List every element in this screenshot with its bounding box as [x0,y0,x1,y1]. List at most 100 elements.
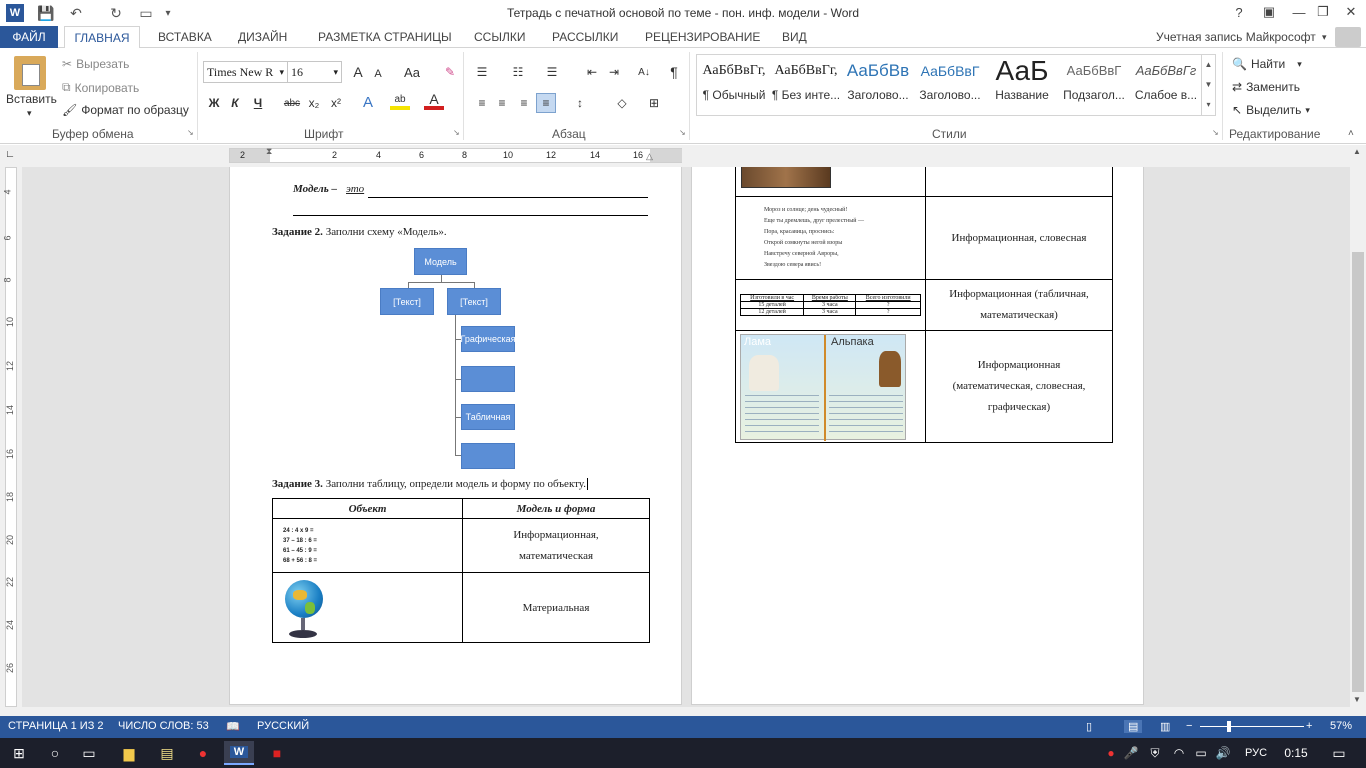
tab-selector-icon[interactable]: ∟ [4,149,16,161]
action-center-icon[interactable]: ▭ [1324,741,1354,765]
find-button[interactable]: 🔍 Найти ▾ [1232,57,1302,71]
style-subtle-emphasis[interactable]: АаБбВвГг Слабое в... [1130,54,1202,112]
borders-icon[interactable]: ⊞ [644,93,664,113]
grow-font-button[interactable]: A [348,62,368,82]
tab-view[interactable]: ВИД [780,26,809,48]
account-dropdown-icon[interactable]: ▾ [1320,26,1329,48]
page-count[interactable]: СТРАНИЦА 1 ИЗ 2 [8,720,104,732]
zoom-slider-thumb[interactable] [1227,721,1231,732]
tab-mailings[interactable]: РАССЫЛКИ [550,26,620,48]
word-count[interactable]: ЧИСЛО СЛОВ: 53 [118,720,209,732]
paste-icon[interactable] [14,56,46,90]
proofing-icon[interactable]: 📖 [226,720,240,733]
italic-button[interactable]: К [225,93,245,113]
file-explorer-icon[interactable]: ▆ [114,741,144,765]
page-1[interactable]: Модель – это Задание 2. Заполни схему «М… [229,167,682,705]
style-title[interactable]: АаБ Название [986,54,1058,112]
align-left-icon[interactable]: ≡ [472,93,492,113]
tab-review[interactable]: РЕЦЕНЗИРОВАНИЕ [643,26,762,48]
web-layout-icon[interactable]: ▥ [1160,720,1170,733]
copy-button[interactable]: ⧉ Копировать [62,80,139,95]
tab-file[interactable]: ФАЙЛ [0,26,58,48]
schema-text-2[interactable]: [Текст] [447,288,501,315]
task-view-icon[interactable]: ▭ [74,741,104,765]
numbering-icon[interactable]: ☷ [508,62,528,82]
style-no-spacing[interactable]: АаБбВвГг, ¶ Без инте... [770,54,842,112]
subscript-button[interactable]: x₂ [304,93,324,113]
font-color-button[interactable]: A [424,91,444,110]
shrink-font-button[interactable]: A [368,64,388,84]
multilevel-list-icon[interactable]: ☰ [542,62,562,82]
strikethrough-button[interactable]: abc [282,93,302,113]
font-launcher-icon[interactable]: ↘ [453,128,460,137]
paragraph-launcher-icon[interactable]: ↘ [679,128,686,137]
replace-button[interactable]: ⇄ Заменить [1232,80,1300,94]
ribbon-display-button[interactable]: ▣ [1254,0,1284,24]
avatar[interactable] [1335,27,1361,47]
scroll-up-icon[interactable]: ▲ [1353,147,1361,156]
clock[interactable]: 0:15 [1276,741,1316,765]
indent-marker-icon[interactable]: ⧗ [266,146,272,157]
clear-formatting-icon[interactable]: ✎ [440,62,460,82]
underline-button[interactable]: Ч [248,93,268,113]
right-indent-marker-icon[interactable]: △ [646,151,653,162]
scroll-down-icon[interactable]: ▼ [1353,695,1361,704]
paste-dropdown-icon[interactable]: ▾ [27,108,32,119]
select-button[interactable]: ↖ Выделить ▾ [1232,103,1310,117]
zoom-out-icon[interactable]: − [1186,720,1192,732]
page-2[interactable]: Мороз и солнце; день чудесный! Еще ты др… [691,167,1144,705]
yandex-browser-icon[interactable]: ● [188,741,218,765]
collapse-ribbon-icon[interactable]: ˄ [1348,128,1354,139]
superscript-button[interactable]: x² [326,93,346,113]
schema-text-1[interactable]: [Текст] [380,288,434,315]
bold-button[interactable]: Ж [204,93,224,113]
word-taskbar-icon[interactable]: W [224,741,254,765]
restore-button[interactable]: ❐ [1308,0,1338,24]
tab-design[interactable]: ДИЗАЙН [236,26,289,48]
print-layout-icon[interactable]: ▤ [1124,720,1143,733]
justify-icon[interactable]: ≡ [536,93,556,113]
input-language[interactable]: РУС [1236,741,1276,765]
cut-button[interactable]: ✂ Вырезать [62,57,129,71]
schema-root[interactable]: Модель [414,248,467,275]
schema-empty-2[interactable] [461,443,515,469]
highlight-button[interactable]: ab [390,92,410,110]
bullets-icon[interactable]: ☰ [472,62,492,82]
style-subtitle[interactable]: АаБбВвГ Подзагол... [1058,54,1130,112]
pilcrow-button[interactable]: ¶ [664,62,684,82]
volume-icon[interactable]: 🔊 [1208,741,1238,765]
text-effects-button[interactable]: A [358,92,378,112]
line-spacing-icon[interactable]: ↕ [570,93,590,113]
increase-indent-icon[interactable]: ⇥ [604,62,624,82]
tab-references[interactable]: ССЫЛКИ [472,26,527,48]
change-case-button[interactable]: Aa [398,62,426,82]
zoom-in-icon[interactable]: + [1306,720,1312,732]
styles-launcher-icon[interactable]: ↘ [1212,128,1219,137]
decrease-indent-icon[interactable]: ⇤ [582,62,602,82]
shading-icon[interactable]: ◇ [612,93,632,113]
align-center-icon[interactable]: ≡ [492,93,512,113]
close-button[interactable]: ✕ [1336,0,1366,24]
vertical-ruler[interactable]: 4 6 8 10 12 14 16 18 20 22 24 26 [0,167,22,707]
style-normal[interactable]: АаБбВвГг, ¶ Обычный [698,54,770,112]
font-size-combo[interactable]: 16 ▾ [287,61,342,83]
tab-insert[interactable]: ВСТАВКА [156,26,214,48]
horizontal-ruler[interactable]: 2 2 4 6 8 10 12 14 16 ⧗ △ [229,146,682,163]
align-right-icon[interactable]: ≡ [514,93,534,113]
start-icon[interactable]: ⊞ [4,741,34,765]
style-heading2[interactable]: АаБбВвГ Заголово... [914,54,986,112]
zoom-slider[interactable] [1200,726,1304,727]
vertical-scrollbar[interactable]: ▲ ▼ [1350,145,1366,707]
zoom-level[interactable]: 57% [1330,720,1352,732]
style-heading1[interactable]: АаБбВв Заголово... [842,54,914,112]
font-name-combo[interactable]: Times New R ▾ [203,61,288,83]
styles-scroll[interactable]: ▲ ▼ ▾ [1201,55,1215,115]
tab-home[interactable]: ГЛАВНАЯ [64,26,140,49]
tab-layout[interactable]: РАЗМЕТКА СТРАНИЦЫ [316,26,454,48]
read-mode-icon[interactable]: ▯ [1086,720,1092,733]
notes-icon[interactable]: ▤ [152,741,182,765]
pdf-reader-icon[interactable]: ■ [262,741,292,765]
format-painter-button[interactable]: 🖌 Формат по образцу [62,103,189,117]
schema-table[interactable]: Табличная [461,404,515,430]
help-button[interactable]: ? [1224,0,1254,24]
